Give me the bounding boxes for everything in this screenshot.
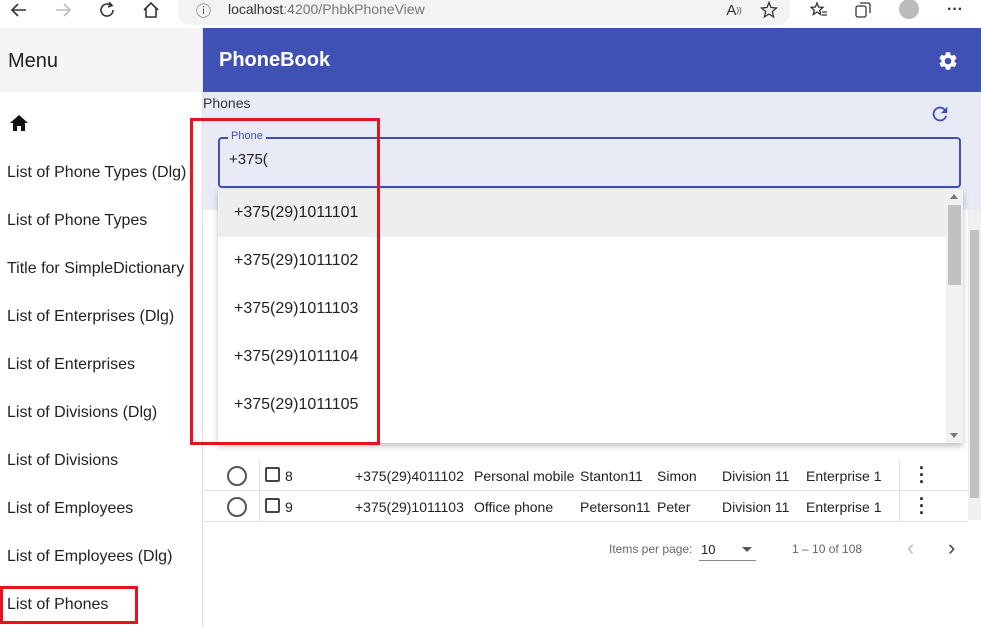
cell-last-name: Stanton11 (580, 468, 643, 484)
more-icon[interactable]: ··· (944, 0, 966, 20)
favorites-icon[interactable] (808, 0, 830, 20)
sidebar: Menu List of Phone Types (Dlg) List of P… (0, 28, 203, 627)
autocomplete-panel: +375(29)1011101 +375(29)1011102 +375(29)… (218, 189, 963, 443)
cell-first-name: Simon (657, 468, 697, 484)
read-aloud-icon[interactable]: A)) (722, 0, 746, 20)
autocomplete-option[interactable]: +375(29)1011103 (218, 285, 946, 333)
cell-first-name: Peter (657, 499, 691, 515)
scroll-up-icon[interactable] (950, 194, 958, 199)
app-title: PhoneBook (219, 49, 331, 71)
back-icon[interactable] (8, 0, 30, 20)
sidebar-item-divisions-dlg[interactable]: List of Divisions (Dlg) (7, 404, 157, 422)
collections-icon[interactable] (852, 0, 874, 20)
autocomplete-scrollbar-thumb[interactable] (948, 205, 961, 285)
sidebar-item-phones[interactable]: List of Phones (7, 596, 108, 614)
sidebar-item-enterprises-dlg[interactable]: List of Enterprises (Dlg) (7, 308, 174, 326)
sidebar-item-divisions[interactable]: List of Divisions (7, 452, 118, 470)
sidebar-item-employees[interactable]: List of Employees (7, 500, 133, 518)
row-radio[interactable] (227, 466, 247, 486)
address-bar[interactable]: ⓘ localhost:4200/PhbkPhoneView (178, 0, 790, 25)
chevron-down-icon (742, 547, 752, 552)
cell-phone: +375(29)4011102 (355, 468, 464, 484)
url-path: :4200/PhbkPhoneView (283, 1, 425, 17)
cell-division: Division 11 (722, 499, 790, 515)
cell-last-name: Peterson11 (580, 499, 651, 515)
app-toolbar: PhoneBook (203, 28, 981, 92)
row-checkbox[interactable] (265, 467, 280, 482)
cell-phone-type: Personal mobile (474, 468, 575, 484)
phone-field-label: Phone (228, 130, 266, 142)
table-row[interactable]: 8 +375(29)4011102 Personal mobile Stanto… (203, 459, 968, 491)
refresh-icon[interactable] (929, 103, 951, 125)
url-host: localhost (228, 1, 284, 17)
phone-field[interactable]: Phone (218, 130, 961, 188)
sidebar-item-enterprises[interactable]: List of Enterprises (7, 356, 135, 374)
home-icon[interactable] (140, 0, 162, 20)
autocomplete-option[interactable]: +375(29)1011105 (218, 381, 946, 429)
page-size-value: 10 (701, 542, 716, 557)
sidebar-item-phone-types-dlg[interactable]: List of Phone Types (Dlg) (7, 164, 186, 182)
row-radio[interactable] (227, 497, 247, 517)
cell-id: 9 (285, 499, 293, 515)
cell-phone-type: Office phone (474, 499, 554, 515)
profile-icon[interactable] (899, 0, 919, 19)
next-page-icon[interactable]: › (948, 535, 955, 561)
autocomplete-option[interactable]: +375(29)1011102 (218, 237, 946, 285)
sidebar-title: Menu (0, 28, 202, 92)
row-menu-icon[interactable]: · · · (919, 490, 925, 522)
table-scrollbar[interactable] (968, 210, 981, 520)
page-size-select[interactable]: 10 (699, 540, 756, 561)
reload-icon[interactable] (96, 0, 118, 20)
browser-toolbar: ⓘ localhost:4200/PhbkPhoneView A)) ··· (0, 0, 981, 28)
cell-division: Division 11 (722, 468, 790, 484)
column-divider (899, 460, 900, 491)
row-checkbox[interactable] (265, 498, 280, 513)
home-nav-icon[interactable] (9, 114, 29, 137)
page-range-label: 1 – 10 of 108 (792, 542, 863, 556)
scroll-down-icon[interactable] (950, 433, 958, 438)
column-divider (259, 460, 260, 491)
previous-page-icon[interactable]: ‹ (907, 535, 914, 561)
info-icon[interactable]: ⓘ (196, 0, 211, 21)
gear-icon[interactable] (937, 50, 959, 72)
table-row[interactable]: 9 +375(29)1011103 Office phone Peterson1… (203, 490, 968, 522)
autocomplete-option[interactable]: +375(29)1011104 (218, 333, 946, 381)
phone-input[interactable] (229, 151, 929, 168)
panel-label: Phones (203, 95, 251, 111)
sidebar-item-employees-dlg[interactable]: List of Employees (Dlg) (7, 548, 172, 566)
paginator: Items per page: 10 1 – 10 of 108 ‹ › (203, 528, 981, 568)
cell-phone: +375(29)1011103 (355, 499, 464, 515)
table-scrollbar-thumb[interactable] (970, 230, 979, 498)
forward-icon[interactable] (52, 0, 74, 20)
autocomplete-option[interactable]: +375(29)1011101 (218, 189, 946, 237)
url-text: localhost:4200/PhbkPhoneView (228, 1, 425, 17)
row-menu-icon[interactable]: · · · (919, 459, 925, 491)
items-per-page-label: Items per page: (609, 542, 693, 556)
favorite-add-icon[interactable] (758, 0, 780, 20)
cell-enterprise: Enterprise 1 (806, 499, 882, 515)
sidebar-item-phone-types[interactable]: List of Phone Types (7, 212, 147, 230)
column-divider (899, 491, 900, 522)
cell-id: 8 (285, 468, 293, 484)
cell-enterprise: Enterprise 1 (806, 468, 882, 484)
sidebar-item-simple-dictionary[interactable]: Title for SimpleDictionary (7, 260, 184, 278)
autocomplete-scrollbar[interactable] (946, 189, 963, 443)
column-divider (259, 491, 260, 522)
